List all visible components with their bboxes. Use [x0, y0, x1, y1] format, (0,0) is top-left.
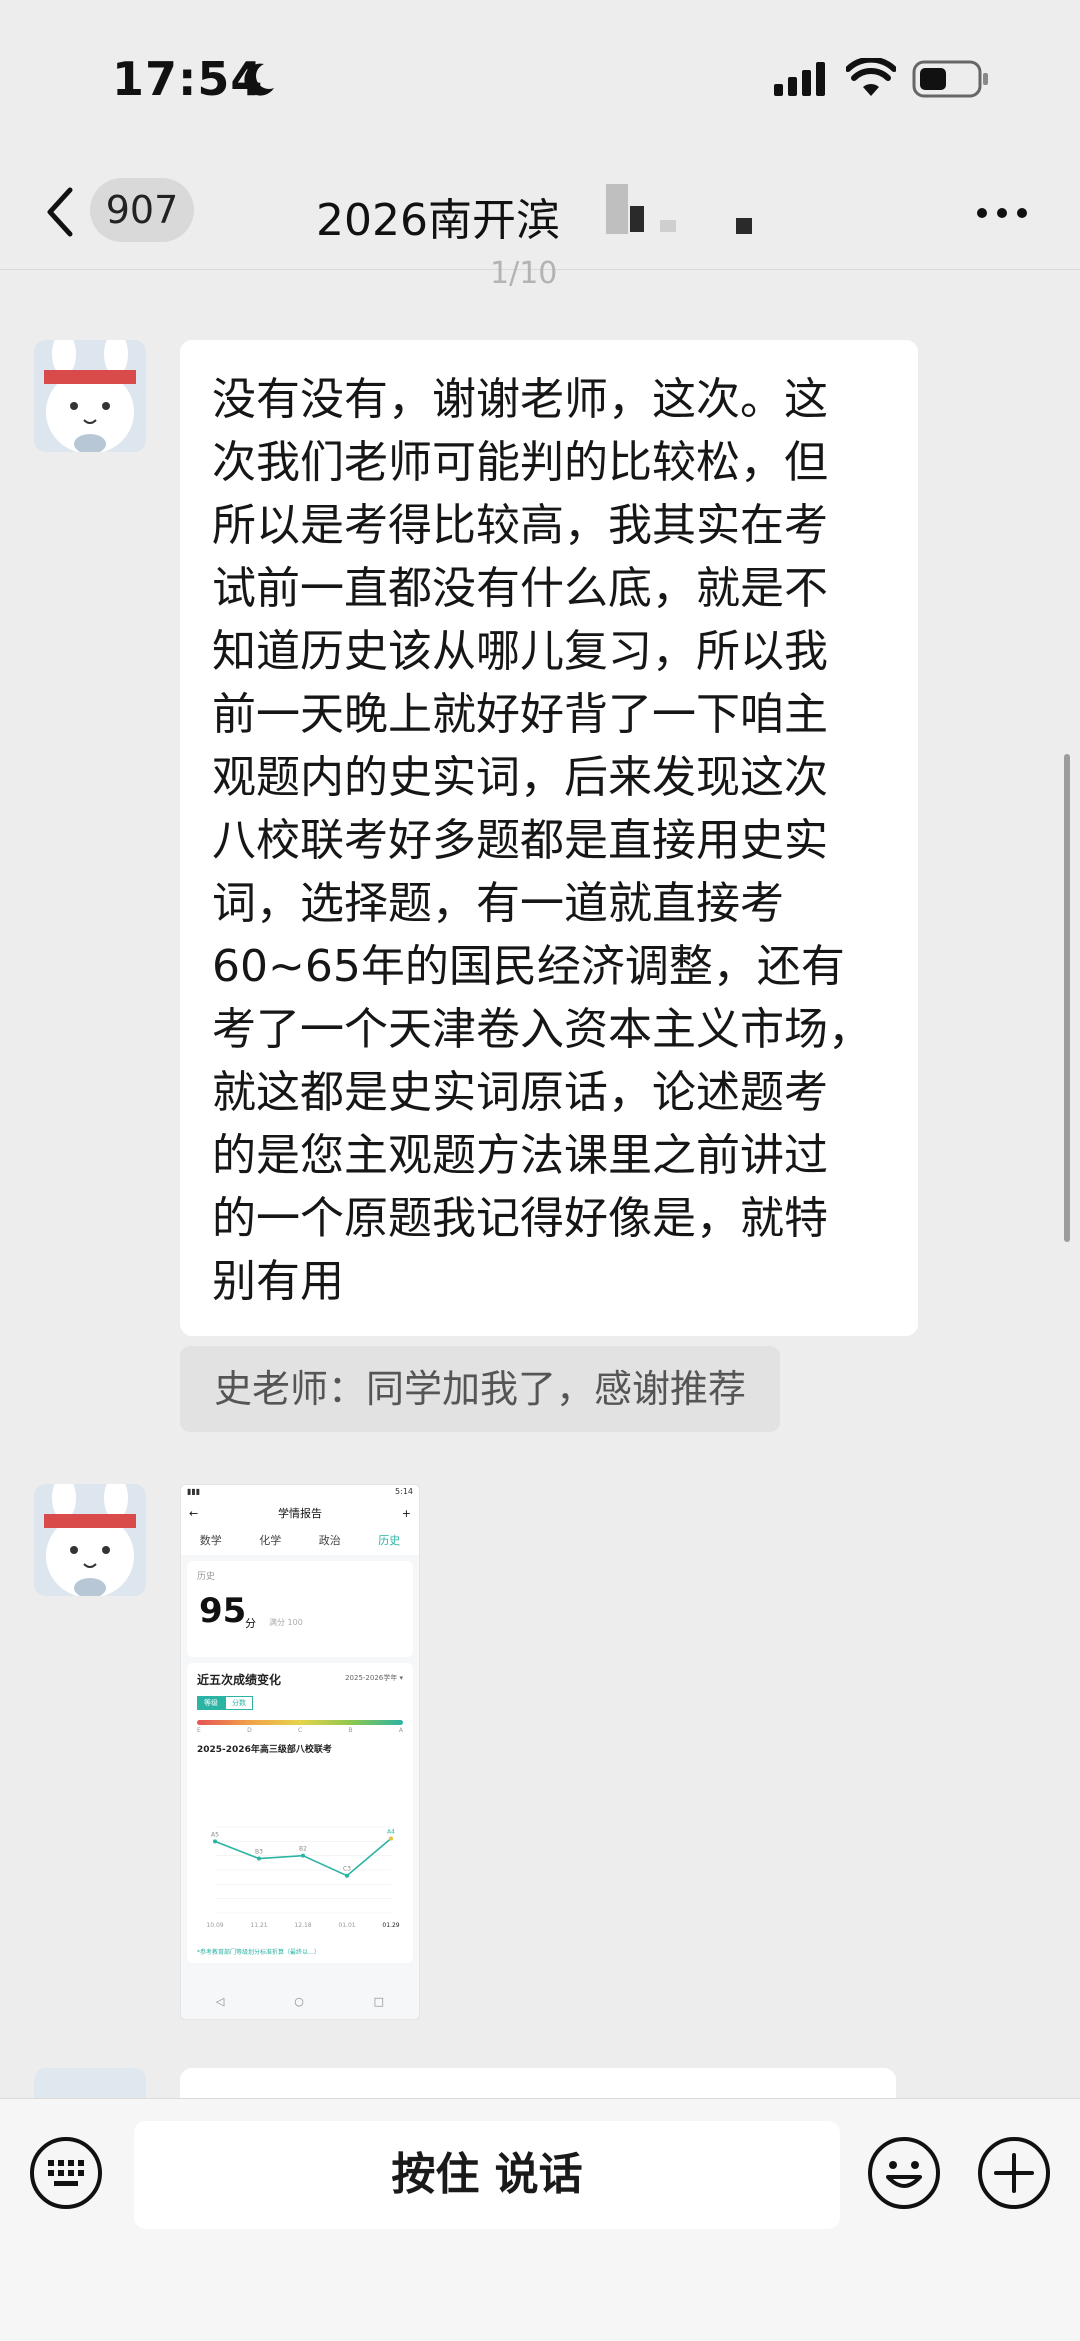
embedded-subject-label: 历史 [197, 1572, 216, 1582]
moon-icon [244, 63, 274, 96]
input-bar: 按住 说话 [0, 2098, 1080, 2341]
status-bar: 17:54 [0, 0, 1080, 150]
battery-icon [912, 60, 988, 98]
embedded-exam-title: 2025-2026年高三级部八校联考 [197, 1745, 332, 1755]
message-line: 没有没有，谢谢老师，这次。这 [212, 374, 828, 425]
chart-data-label: A5 [211, 1831, 219, 1838]
embedded-full-score: 满分 100 [269, 1618, 303, 1627]
chart-x-tick-label: 01.29 [382, 1922, 399, 1929]
grade-label: E [197, 1727, 201, 1734]
embedded-toggle-off: 分数 [225, 1696, 253, 1710]
embedded-bottom-nav: ◁ ○ □ [181, 1983, 419, 2019]
avatar[interactable] [34, 1484, 146, 1596]
chart-point [345, 1873, 349, 1878]
message-line: 就这都是史实词原话，论述题考 [212, 1067, 828, 1118]
embedded-grade-bar [197, 1720, 403, 1725]
chart-point [257, 1856, 261, 1861]
chart-x-tick-label: 01.01 [338, 1922, 355, 1929]
embedded-score: 95 [199, 1591, 247, 1631]
avatar[interactable] [34, 340, 146, 452]
embedded-plus-icon: + [401, 1506, 411, 1520]
chart-point [213, 1839, 217, 1844]
signal-icon [774, 62, 825, 96]
chat-header: 907 2026南开滨 [0, 150, 1080, 270]
grade-label: A [398, 1727, 403, 1734]
rabbit-avatar-icon [34, 340, 146, 452]
message-line: 所以是考得比较高，我其实在考 [212, 500, 828, 551]
message-line: 60~65年的国民经济调整，还有 [212, 941, 845, 992]
image-message[interactable]: ▮▮▮ 5:14 ← 学情报告 + 数学 化学 政治 历史 历史 95 分 满分… [180, 1484, 420, 2020]
scrollbar[interactable] [1064, 754, 1070, 1242]
embedded-back-nav-icon: ◁ [215, 1994, 225, 2008]
more-options-icon[interactable] [976, 206, 1028, 220]
embedded-toggle-on: 等级 [197, 1696, 225, 1710]
embedded-home-nav-icon: ○ [294, 1994, 304, 2008]
embedded-tab: 数学 [199, 1534, 222, 1547]
embedded-tab-active: 历史 [378, 1534, 401, 1547]
message-line: 的是您主观题方法课里之前讲过 [212, 1130, 828, 1181]
chart-data-label: A4 [387, 1828, 395, 1835]
system-tip: 史老师：同学加我了，感谢推荐 [180, 1346, 780, 1432]
title-redaction [630, 206, 644, 232]
embedded-toggle: 等级 分数 [197, 1696, 403, 1710]
embedded-score-unit: 分 [245, 1617, 256, 1630]
message-line: 次我们老师可能判的比较松，但 [212, 437, 828, 488]
hold-to-talk-button[interactable]: 按住 说话 [134, 2121, 840, 2229]
chart-x-tick-label: 12.18 [294, 1922, 311, 1929]
chart-data-label: B2 [299, 1846, 307, 1853]
chart-data-label: B3 [255, 1849, 263, 1856]
message-bubble[interactable] [180, 2068, 896, 2098]
embedded-subject-tabs: 数学 化学 政治 历史 [181, 1525, 419, 1555]
chart-x-tick-label: 11.21 [250, 1922, 267, 1929]
chart-point [389, 1836, 393, 1841]
title-redaction [736, 218, 752, 234]
embedded-grade-scale: E D C B A [197, 1727, 403, 1734]
embedded-note: *参考教育部门等级划分标准折算（最终以…） [197, 1949, 321, 1956]
embedded-back-icon: ← [189, 1506, 199, 1520]
chart-point [301, 1853, 305, 1858]
unread-count-badge[interactable]: 907 [90, 178, 194, 242]
emoji-icon[interactable] [866, 2135, 942, 2211]
embedded-tab: 化学 [259, 1534, 282, 1547]
rabbit-avatar-icon [34, 1484, 146, 1596]
title-redaction [660, 220, 676, 232]
keyboard-icon[interactable] [28, 2135, 104, 2211]
message-line: 考了一个天津卷入资本主义市场， [212, 1004, 872, 1055]
embedded-recent-nav-icon: □ [373, 1994, 385, 2008]
embedded-tab: 政治 [318, 1534, 341, 1547]
message-line: 知道历史该从哪儿复习，所以我 [212, 626, 828, 677]
embedded-trend-card: 近五次成绩变化 2025-2026学年 ▾ 等级 分数 E D C B A 20… [187, 1663, 413, 1963]
embedded-status-time: 5:14 [395, 1487, 413, 1496]
chart-x-tick-label: 10.09 [206, 1922, 223, 1929]
embedded-nav-bar: ← 学情报告 + [181, 1501, 419, 1525]
embedded-grade-trend-chart: A5 10.09 B3 11.21 B2 12.18 C3 01.01 A4 01.29 [206, 1826, 400, 1929]
message-line: 词，选择题，有一道就直接考 [212, 878, 784, 929]
message-line: 别有用 [212, 1256, 344, 1307]
message-line: 的一个原题我记得好像是，就特 [212, 1193, 828, 1244]
embedded-score-card: 历史 95 分 满分 100 [187, 1561, 413, 1657]
grade-label: D [247, 1727, 252, 1734]
plus-icon[interactable] [976, 2135, 1052, 2211]
chat-title: 2026南开滨 [316, 195, 560, 246]
embedded-signal-icon: ▮▮▮ [187, 1487, 201, 1496]
message-line: 前一天晚上就好好背了一下咱主 [212, 689, 828, 740]
embedded-title: 学情报告 [278, 1507, 322, 1520]
message-line: 试前一直都没有什么底，就是不 [212, 563, 828, 614]
date-separator: 1/10 [490, 256, 558, 291]
grade-label: B [348, 1727, 353, 1734]
chart-data-label: C3 [343, 1866, 351, 1873]
avatar[interactable] [34, 2068, 146, 2098]
message-bubble[interactable]: 没有没有，谢谢老师，这次。这 次我们老师可能判的比较松，但 所以是考得比较高，我… [180, 340, 918, 1336]
grade-label: C [297, 1727, 303, 1734]
embedded-status-bar: ▮▮▮ 5:14 [181, 1485, 419, 1501]
embedded-year-select: 2025-2026学年 ▾ [345, 1674, 403, 1682]
wifi-icon [846, 58, 896, 96]
message-line: 八校联考好多题都是直接用史实 [212, 815, 828, 866]
back-arrow-icon[interactable] [40, 184, 80, 240]
title-redaction [606, 184, 628, 234]
message-line: 观题内的史实词，后来发现这次 [212, 752, 828, 803]
